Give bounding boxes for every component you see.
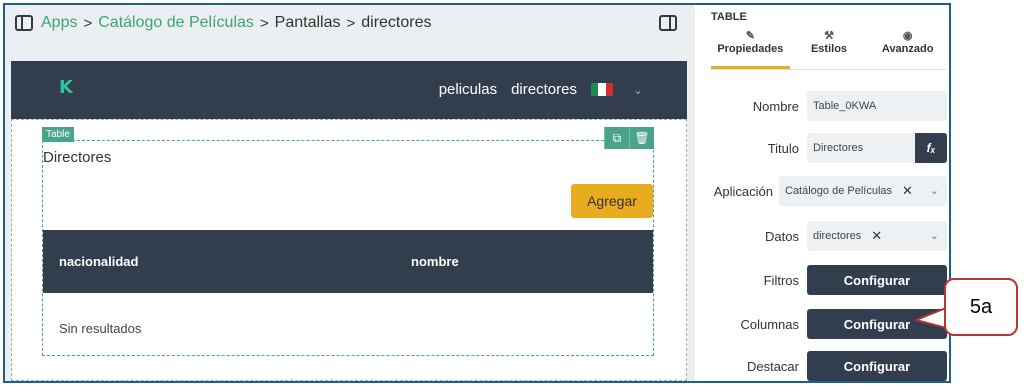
field-label: Nombre: [752, 99, 799, 114]
table-component[interactable]: Table ⧉ 🗑︎ Directores Agregar nacionalid…: [42, 127, 654, 356]
add-button[interactable]: Agregar: [571, 184, 653, 218]
callout-pointer: [914, 306, 947, 330]
destacar-configurar-button[interactable]: Configurar: [807, 351, 947, 381]
mexico-flag-icon[interactable]: [590, 83, 613, 96]
paint-bucket-icon: ⚒: [824, 30, 834, 42]
titulo-value: Directores: [813, 142, 864, 154]
panel-tabs: ✎ Propiedades ⚒ Estilos ◉ Avanzado: [711, 29, 947, 70]
component-toolbar: ⧉ 🗑︎: [604, 127, 654, 149]
titulo-input[interactable]: Directores fₓ: [807, 133, 947, 163]
chevron-right-icon: >: [346, 14, 356, 32]
editor-area: Apps > Catálogo de Películas > Pantallas…: [5, 5, 695, 381]
panel-title: TABLE: [711, 11, 747, 23]
field-datos: Datos directores ✕ ⌄: [695, 221, 949, 251]
empty-message: Sin resultados: [59, 321, 142, 336]
close-icon[interactable]: ✕: [871, 228, 882, 244]
field-label: Titulo: [767, 141, 799, 156]
eye-icon: ◉: [902, 30, 913, 42]
datos-select[interactable]: directores ✕ ⌄: [807, 221, 947, 251]
close-icon[interactable]: ✕: [902, 183, 913, 199]
nav-links: peliculas directores ⌄: [439, 81, 643, 98]
breadcrumb: Apps > Catálogo de Películas > Pantallas…: [41, 14, 432, 32]
chevron-right-icon: >: [83, 14, 93, 32]
breadcrumb-apps[interactable]: Apps: [41, 14, 77, 32]
tab-propiedades[interactable]: ✎ Propiedades: [711, 29, 790, 69]
nav-link-directores[interactable]: directores: [511, 81, 577, 98]
fx-icon[interactable]: fₓ: [915, 133, 947, 163]
aplicacion-value: Catálogo de Películas: [785, 185, 893, 197]
field-label: Columnas: [740, 317, 799, 332]
table-header: nacionalidad nombre: [43, 230, 653, 293]
table-title: Directores: [43, 149, 112, 166]
trash-icon[interactable]: 🗑︎: [629, 127, 654, 149]
tab-label: Estilos: [810, 43, 848, 55]
aplicacion-select[interactable]: Catálogo de Películas ✕ ⌄: [779, 176, 947, 206]
column-header-nacionalidad[interactable]: nacionalidad: [59, 254, 138, 269]
panel-toggle-icon[interactable]: [659, 15, 677, 31]
copy-icon[interactable]: ⧉: [604, 127, 629, 149]
chevron-down-icon[interactable]: ⌄: [930, 229, 939, 242]
preview-navbar: K peliculas directores ⌄: [11, 61, 687, 119]
column-header-nombre[interactable]: nombre: [411, 254, 459, 269]
field-filtros: Filtros Configurar: [695, 265, 949, 295]
field-label: Filtros: [763, 273, 799, 288]
field-label: Destacar: [746, 359, 799, 374]
nav-link-peliculas[interactable]: peliculas: [439, 81, 497, 98]
pencil-icon: ✎: [745, 30, 755, 42]
callout-label: 5a: [944, 278, 1018, 336]
sidebar-toggle-icon[interactable]: [15, 15, 33, 31]
properties-panel: TABLE ✎ Propiedades ⚒ Estilos ◉ Avanzado…: [695, 5, 949, 381]
chevron-right-icon: >: [259, 14, 269, 32]
filtros-configurar-button[interactable]: Configurar: [807, 265, 947, 295]
field-columnas: Columnas Configurar: [695, 309, 949, 339]
tab-avanzado[interactable]: ◉ Avanzado: [868, 29, 947, 69]
tab-estilos[interactable]: ⚒ Estilos: [790, 29, 869, 69]
field-label: Aplicación: [713, 184, 773, 199]
field-titulo: Titulo Directores fₓ: [695, 133, 949, 163]
app-logo: K: [59, 77, 73, 98]
chevron-down-icon[interactable]: ⌄: [633, 83, 643, 97]
screen-canvas: Table ⧉ 🗑︎ Directores Agregar nacionalid…: [11, 119, 687, 381]
app-frame: Apps > Catálogo de Películas > Pantallas…: [3, 3, 951, 383]
field-aplicacion: Aplicación Catálogo de Películas ✕ ⌄: [695, 176, 949, 206]
tab-label: Propiedades: [717, 43, 784, 55]
tab-label: Avanzado: [881, 43, 934, 55]
field-nombre: Nombre Table_0KWA: [695, 91, 949, 121]
chevron-down-icon[interactable]: ⌄: [930, 184, 939, 197]
field-label: Datos: [765, 229, 799, 244]
breadcrumb-pantallas[interactable]: Pantallas: [275, 14, 341, 32]
nombre-input[interactable]: Table_0KWA: [807, 91, 947, 121]
breadcrumb-current: directores: [361, 14, 432, 31]
breadcrumb-app[interactable]: Catálogo de Películas: [98, 14, 254, 32]
field-destacar: Destacar Configurar: [695, 351, 949, 381]
top-bar: Apps > Catálogo de Películas > Pantallas…: [5, 5, 695, 47]
component-tag: Table: [42, 127, 74, 142]
datos-value: directores: [813, 230, 862, 242]
